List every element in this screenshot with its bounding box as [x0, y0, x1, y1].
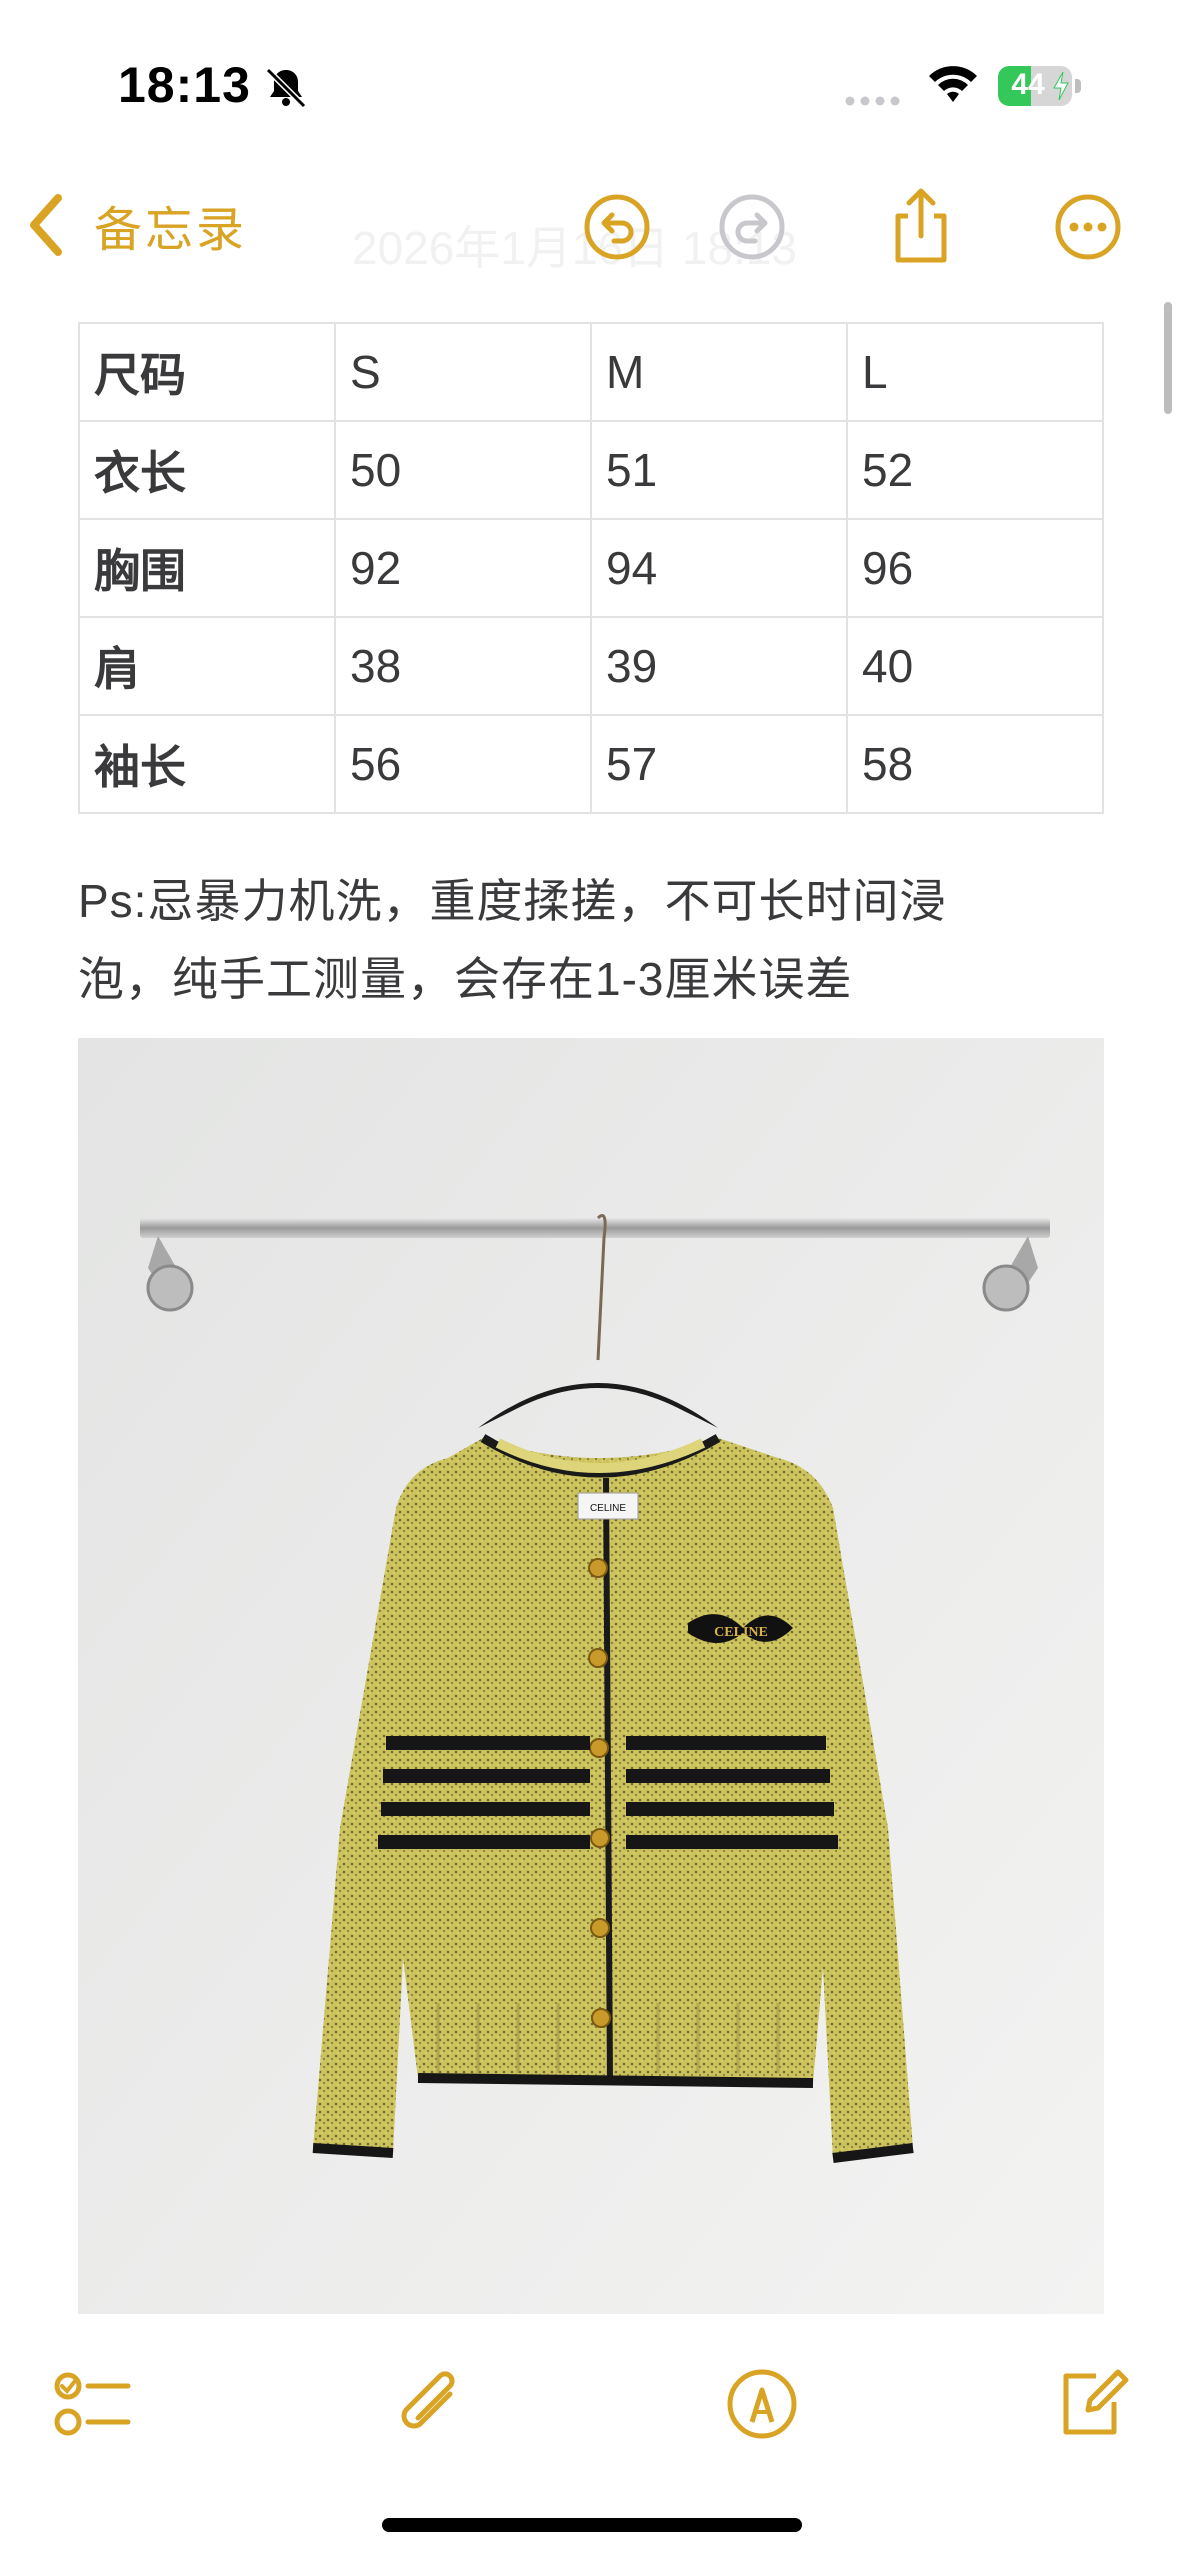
table-cell[interactable]: 50 [334, 420, 592, 520]
compose-button[interactable] [1052, 2364, 1132, 2444]
table-cell[interactable]: 57 [590, 714, 848, 814]
table-cell[interactable]: 39 [590, 616, 848, 716]
table-cell[interactable]: L [846, 322, 1104, 422]
share-button[interactable] [886, 186, 956, 266]
table-cell[interactable]: 胸围 [78, 518, 336, 618]
table-cell[interactable]: 肩 [78, 616, 336, 716]
svg-text:CELINE: CELINE [714, 1625, 768, 1640]
cardigan-image: CELINE CELINE [78, 1038, 1104, 2314]
status-time: 18:13 [118, 57, 251, 113]
table-cell[interactable]: 尺码 [78, 322, 336, 422]
table-cell[interactable]: 38 [334, 616, 592, 716]
table-cell[interactable]: 袖长 [78, 714, 336, 814]
hanging-rail [140, 1218, 1050, 1238]
table-row: 衣长 50 51 52 [78, 420, 1104, 520]
note-line: 泡，纯手工测量，会存在1-3厘米误差 [78, 953, 853, 1005]
chevron-left-icon [30, 194, 62, 256]
table-cell[interactable]: 51 [590, 420, 848, 520]
table-cell[interactable]: 52 [846, 420, 1104, 520]
garment-label: CELINE [590, 1503, 626, 1514]
table-cell[interactable]: 94 [590, 518, 848, 618]
table-cell[interactable]: 40 [846, 616, 1104, 716]
markup-pen-button[interactable] [722, 2364, 802, 2444]
table-cell[interactable]: 92 [334, 518, 592, 618]
product-photo[interactable]: CELINE CELINE [78, 1038, 1104, 2314]
table-cell[interactable]: 58 [846, 714, 1104, 814]
table-cell[interactable]: 衣长 [78, 420, 336, 520]
size-table: 尺码 S M L 衣长 50 51 52 胸围 92 94 96 肩 38 39… [78, 322, 1104, 814]
table-cell[interactable]: 56 [334, 714, 592, 814]
charging-bolt-icon [1053, 72, 1069, 100]
home-indicator[interactable] [382, 2518, 802, 2532]
paperclip-button[interactable] [392, 2364, 472, 2444]
redo-button[interactable] [717, 192, 787, 262]
battery-percent: 44 [1011, 68, 1045, 101]
scroll-indicator[interactable] [1164, 302, 1172, 414]
wifi-icon [929, 66, 977, 102]
more-options-button[interactable] [1053, 192, 1123, 262]
battery-nub [1075, 79, 1081, 93]
signal-dots-icon [845, 96, 900, 106]
battery-indicator: 44 [998, 66, 1082, 106]
note-body-text[interactable]: Ps:忌暴力机洗，重度揉搓，不可长时间浸 泡，纯手工测量，会存在1-3厘米误差 [78, 862, 1108, 1018]
bottom-toolbar [0, 2330, 1179, 2490]
bell-slash-icon [265, 67, 307, 109]
undo-button[interactable] [582, 192, 652, 262]
table-row: 胸围 92 94 96 [78, 518, 1104, 618]
back-button[interactable]: 备忘录 [26, 190, 247, 260]
table-row: 袖长 56 57 58 [78, 714, 1104, 814]
table-cell[interactable]: 96 [846, 518, 1104, 618]
table-cell[interactable]: S [334, 322, 592, 422]
back-label: 备忘录 [94, 204, 248, 257]
table-header-row: 尺码 S M L [78, 322, 1104, 422]
checklist-button[interactable] [54, 2370, 134, 2450]
note-line: Ps:忌暴力机洗，重度揉搓，不可长时间浸 [78, 875, 947, 927]
table-cell[interactable]: M [590, 322, 848, 422]
table-row: 肩 38 39 40 [78, 616, 1104, 716]
